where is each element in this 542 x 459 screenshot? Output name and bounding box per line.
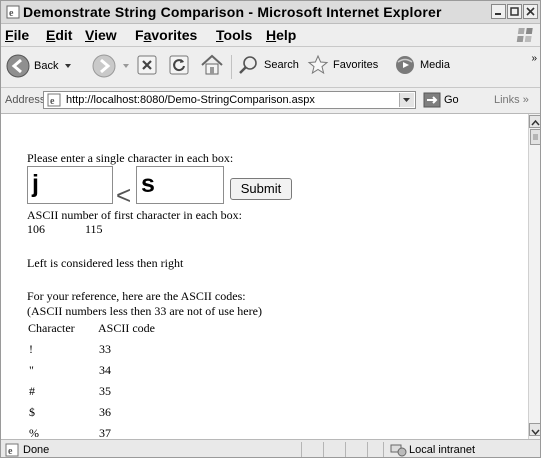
- menu-help[interactable]: Help: [266, 27, 296, 43]
- prompt-text: Please enter a single character in each …: [27, 151, 234, 165]
- submit-button[interactable]: Submit: [230, 178, 292, 200]
- column-header-code: ASCII code: [98, 321, 155, 335]
- windows-logo-icon: [516, 28, 533, 42]
- status-divider: [345, 442, 346, 457]
- address-input[interactable]: e http://localhost:8080/Demo-StringCompa…: [43, 91, 416, 109]
- search-icon: [239, 56, 257, 74]
- links-button[interactable]: Links »: [494, 94, 529, 106]
- status-divider: [383, 442, 384, 457]
- toolbar-separator: [231, 55, 232, 79]
- vertical-scrollbar[interactable]: [528, 114, 540, 439]
- chevron-down-icon[interactable]: [63, 61, 73, 71]
- right-char-input[interactable]: s: [136, 166, 224, 204]
- refresh-button[interactable]: [167, 53, 191, 77]
- ie-page-icon: e: [6, 5, 20, 19]
- comparison-result: Left is considered less then right: [27, 256, 184, 270]
- menu-bar: File Edit View Favorites Tools Help: [1, 24, 540, 47]
- security-zone: Local intranet: [409, 444, 476, 456]
- address-dropdown-button[interactable]: [399, 93, 414, 107]
- stop-button[interactable]: [135, 53, 159, 77]
- chevron-down-icon: [403, 98, 410, 102]
- menu-edit[interactable]: Edit: [46, 27, 72, 43]
- scroll-up-button[interactable]: [529, 115, 540, 128]
- page-icon: e: [47, 93, 61, 107]
- toolbar-overflow-icon[interactable]: »: [531, 53, 537, 64]
- status-divider: [367, 442, 368, 457]
- address-bar: Address e http://localhost:8080/Demo-Str…: [1, 88, 540, 114]
- star-icon: [307, 54, 329, 75]
- comparison-operator: <: [116, 180, 132, 210]
- column-header-character: Character: [28, 321, 75, 335]
- back-button[interactable]: Back: [5, 53, 73, 79]
- minimize-button[interactable]: [491, 4, 506, 19]
- chevron-down-icon: [531, 429, 540, 436]
- home-button[interactable]: [199, 53, 225, 77]
- menu-view[interactable]: View: [85, 27, 117, 43]
- menu-favorites[interactable]: Favorites: [135, 27, 197, 43]
- status-bar: e Done Local intranet: [1, 439, 540, 457]
- ascii-heading: ASCII number of first character in each …: [27, 208, 242, 222]
- address-label: Address: [5, 94, 46, 106]
- chevron-down-icon[interactable]: [121, 61, 131, 71]
- go-arrow-icon: [423, 92, 441, 108]
- intranet-icon: [390, 444, 407, 457]
- status-divider: [323, 442, 324, 457]
- page-content: Please enter a single character in each …: [1, 114, 528, 439]
- svg-text:e: e: [9, 8, 14, 19]
- left-char-input[interactable]: j: [27, 166, 113, 204]
- browser-window: e Demonstrate String Comparison - Micros…: [0, 0, 541, 458]
- close-button[interactable]: [523, 4, 538, 19]
- reference-line-2: (ASCII numbers less then 33 are not of u…: [27, 304, 262, 318]
- menu-file[interactable]: File: [5, 27, 29, 43]
- back-arrow-icon: [6, 54, 30, 78]
- status-text: Done: [23, 444, 50, 456]
- page-icon: e: [5, 443, 19, 457]
- maximize-button[interactable]: [507, 4, 522, 19]
- go-button[interactable]: Go: [423, 92, 459, 108]
- refresh-icon: [169, 55, 189, 75]
- grip-icon: [533, 134, 538, 140]
- scroll-down-button[interactable]: [529, 423, 540, 436]
- search-button[interactable]: Search: [237, 53, 299, 77]
- forward-arrow-icon: [92, 54, 116, 78]
- reference-line-1: For your reference, here are the ASCII c…: [27, 289, 246, 303]
- media-button[interactable]: Media: [393, 53, 450, 77]
- ascii-right-value: 115: [85, 222, 103, 236]
- scroll-thumb[interactable]: [530, 129, 540, 145]
- favorites-button[interactable]: Favorites: [306, 53, 378, 77]
- forward-button[interactable]: [91, 53, 131, 79]
- home-icon: [201, 54, 223, 75]
- media-icon: [396, 56, 414, 74]
- status-divider: [301, 442, 302, 457]
- menu-tools[interactable]: Tools: [216, 27, 252, 43]
- chevron-up-icon: [531, 119, 540, 126]
- address-url: http://localhost:8080/Demo-StringCompari…: [66, 94, 315, 106]
- standard-toolbar: Back Search Favorites Media »: [1, 47, 540, 88]
- ascii-left-value: 106: [27, 222, 45, 236]
- svg-text:e: e: [8, 446, 13, 457]
- stop-icon: [137, 55, 157, 75]
- svg-text:e: e: [50, 96, 55, 107]
- title-bar: e Demonstrate String Comparison - Micros…: [1, 1, 540, 24]
- window-title: Demonstrate String Comparison - Microsof…: [23, 4, 442, 20]
